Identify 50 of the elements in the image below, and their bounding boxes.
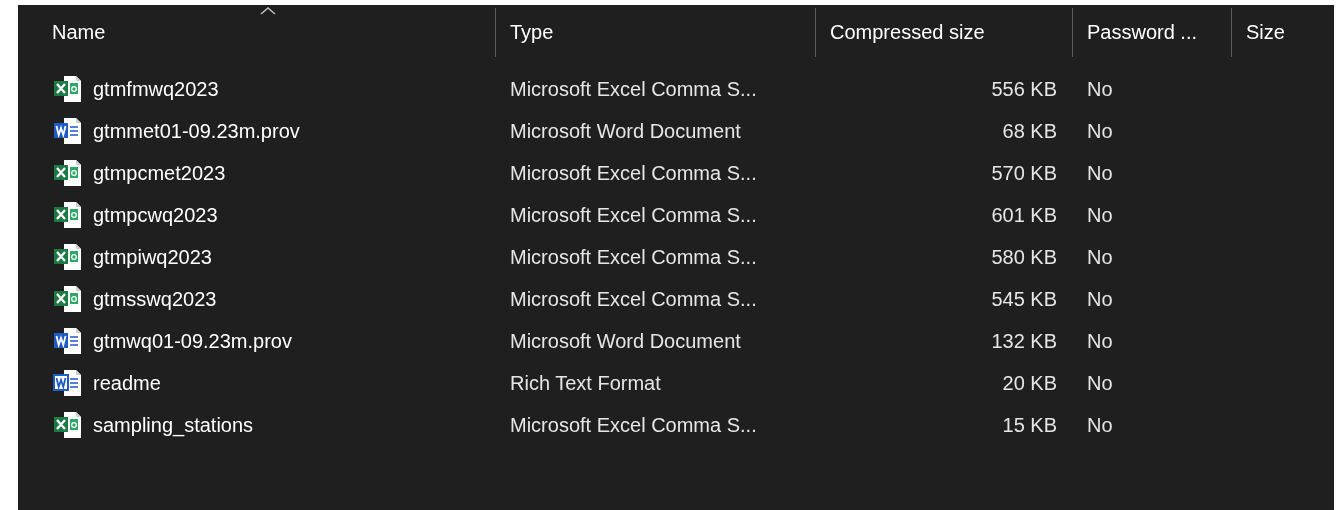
spreadsheet-file-icon [52,242,83,272]
file-name[interactable]: gtmwq01-09.23m.prov [93,329,292,353]
spreadsheet-file-icon [52,410,83,440]
table-cell: No [1087,245,1113,268]
file-name[interactable]: gtmpcmet2023 [93,161,226,185]
table-cell: No [1087,203,1113,226]
table-cell: No [1087,119,1113,142]
table-cell: 580 KB [991,245,1057,268]
table-cell: 132 KB [991,329,1057,352]
table-cell: 601 KB [991,203,1057,226]
column-header[interactable]: Name [18,20,112,45]
table-cell: Microsoft Excel Comma S... [510,203,757,226]
file-name[interactable]: gtmfmwq2023 [93,77,219,101]
file-name[interactable]: gtmpcwq2023 [93,203,218,227]
file-name[interactable]: gtmpiwq2023 [93,245,212,269]
table-cell: No [1087,77,1113,100]
table-cell: Microsoft Excel Comma S... [510,161,757,184]
table-cell: Microsoft Excel Comma S... [510,245,757,268]
table-cell: Microsoft Excel Comma S... [510,287,757,310]
table-cell: No [1087,329,1113,352]
table-cell: 556 KB [991,77,1057,100]
table-cell: Microsoft Excel Comma S... [510,77,757,100]
table-cell: No [1087,161,1113,184]
file-name[interactable]: readme [93,371,161,395]
file-name[interactable]: sampling_stations [93,413,254,437]
spreadsheet-file-icon [52,200,83,230]
table-cell: 570 KB [991,161,1057,184]
column-header[interactable]: Password ... [1073,20,1204,45]
spreadsheet-file-icon [52,74,83,104]
column-header[interactable]: Compressed size [816,20,991,45]
table-cell: No [1087,413,1113,436]
file-name[interactable]: gtmmet01-09.23m.prov [93,119,300,143]
table-cell: 68 KB [1002,119,1057,142]
column-header[interactable]: Type [496,20,560,45]
table-cell: Microsoft Word Document [510,119,741,142]
table-cell: Rich Text Format [510,371,661,394]
spreadsheet-file-icon [52,284,83,314]
document-file-icon [52,368,83,398]
document-file-icon [52,116,83,146]
table-cell: No [1087,371,1113,394]
spreadsheet-file-icon [52,158,83,188]
document-file-icon [52,326,83,356]
table-cell: No [1087,287,1113,310]
column-header[interactable]: Size [1232,20,1291,45]
file-name[interactable]: gtmsswq2023 [93,287,217,311]
table-cell: 545 KB [991,287,1057,310]
table-cell: Microsoft Excel Comma S... [510,413,757,436]
table-cell: 20 KB [1002,371,1057,394]
table-cell: Microsoft Word Document [510,329,741,352]
table-cell: 15 KB [1002,413,1057,436]
